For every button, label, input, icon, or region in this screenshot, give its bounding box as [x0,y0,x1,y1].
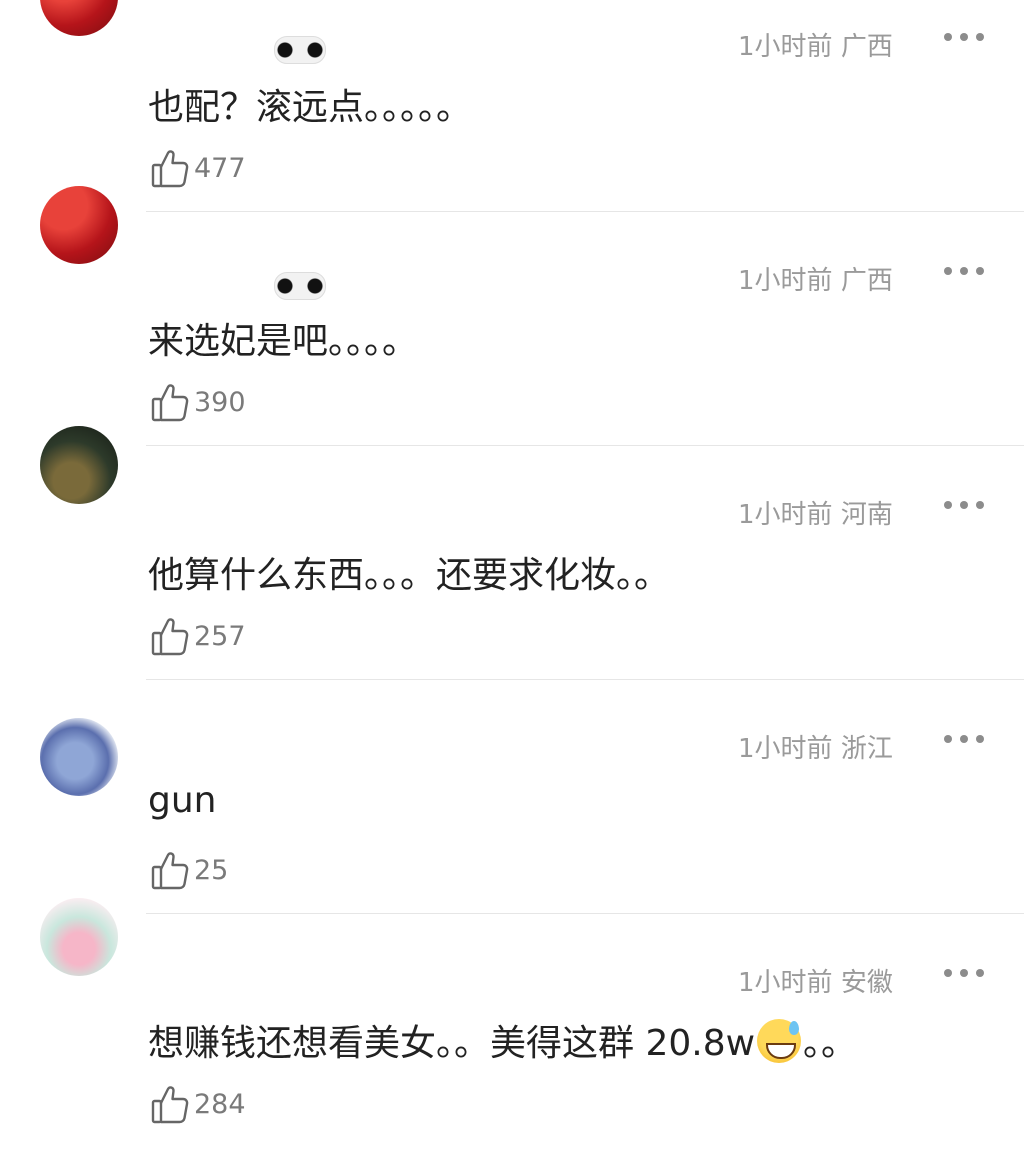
more-dot [944,501,952,509]
comment-text-tail: 。。 [803,1023,858,1064]
comment-item: 1小时前 安徽 想赚钱还想看美女。。美得这群 20.8w 。。 284 [0,898,1024,1170]
comment-item: 1小时前 广西 也配？滚远点。。。。。 477 [0,0,1024,234]
comment-text: 他算什么东西。。。还要求化妆。。 [148,555,671,596]
comment-meta: 1小时前 广西 [738,26,893,63]
more-dot [944,735,952,743]
more-dot [976,969,984,977]
comment-location: 广西 [840,266,893,296]
more-dot [944,969,952,977]
comment-text-main: 想赚钱还想看美女。。美得这群 20.8w [148,1023,756,1064]
comment-time: 1小时前 [738,32,833,62]
more-dot [944,267,952,275]
comment-text: 也配？滚远点。。。。。 [148,87,473,128]
comment-text: 想赚钱还想看美女。。美得这群 20.8w 。。 [148,1014,857,1066]
user-avatar[interactable] [40,426,118,504]
more-options-button[interactable] [944,490,984,520]
like-count: 477 [194,152,246,184]
sweat-smile-emoji-icon [757,1019,802,1063]
more-options-button[interactable] [944,958,984,988]
like-button[interactable]: 257 [150,614,246,658]
user-avatar[interactable] [40,898,118,976]
comment-time: 1小时前 [738,266,833,296]
comment-meta: 1小时前 安徽 [738,962,893,999]
divider [146,445,1024,446]
user-badge [274,272,326,300]
more-dot [976,735,984,743]
divider [146,211,1024,212]
comment-meta: 1小时前 广西 [738,260,893,297]
comment-meta: 1小时前 河南 [738,494,893,531]
comment-time: 1小时前 [738,734,833,764]
more-dot [960,501,968,509]
more-options-button[interactable] [944,724,984,754]
more-dot [976,33,984,41]
thumbs-up-icon [151,618,189,656]
thumbs-up-icon [151,150,189,188]
comment-time: 1小时前 [738,968,833,998]
more-dot [976,501,984,509]
user-badge [274,36,326,64]
comment-location: 河南 [840,500,893,530]
like-count: 390 [194,386,246,418]
like-count: 284 [194,1088,246,1120]
comment-item: 1小时前 浙江 gun 25 [0,702,1024,936]
comment-text: 来选妃是吧。。。。 [148,321,419,362]
like-count: 257 [194,620,246,652]
comment-location: 安徽 [840,968,893,998]
like-button[interactable]: 284 [150,1082,246,1126]
user-avatar[interactable] [40,186,118,264]
divider [146,679,1024,680]
comment-item: 1小时前 河南 他算什么东西。。。还要求化妆。。 257 [0,426,1024,702]
thumbs-up-icon [151,852,189,890]
more-options-button[interactable] [944,256,984,286]
like-button[interactable]: 477 [150,146,246,190]
more-dot [960,33,968,41]
thumbs-up-icon [151,1086,189,1124]
comment-text: gun [148,780,217,821]
more-dot [976,267,984,275]
comment-meta: 1小时前 浙江 [738,728,893,765]
like-count: 25 [194,854,229,886]
thumbs-up-icon [151,384,189,422]
more-dot [944,33,952,41]
comment-item: 1小时前 广西 来选妃是吧。。。。 390 [0,186,1024,468]
username-blurred[interactable] [194,36,326,64]
more-dot [960,969,968,977]
comment-location: 浙江 [840,734,893,764]
like-button[interactable]: 25 [150,848,228,892]
more-dot [960,267,968,275]
user-avatar[interactable] [40,0,118,36]
divider [146,913,1024,914]
more-dot [960,735,968,743]
like-button[interactable]: 390 [150,380,246,424]
comment-time: 1小时前 [738,500,833,530]
username-blurred[interactable] [194,272,326,300]
more-options-button[interactable] [944,22,984,52]
comment-location: 广西 [840,32,893,62]
user-avatar[interactable] [40,718,118,796]
